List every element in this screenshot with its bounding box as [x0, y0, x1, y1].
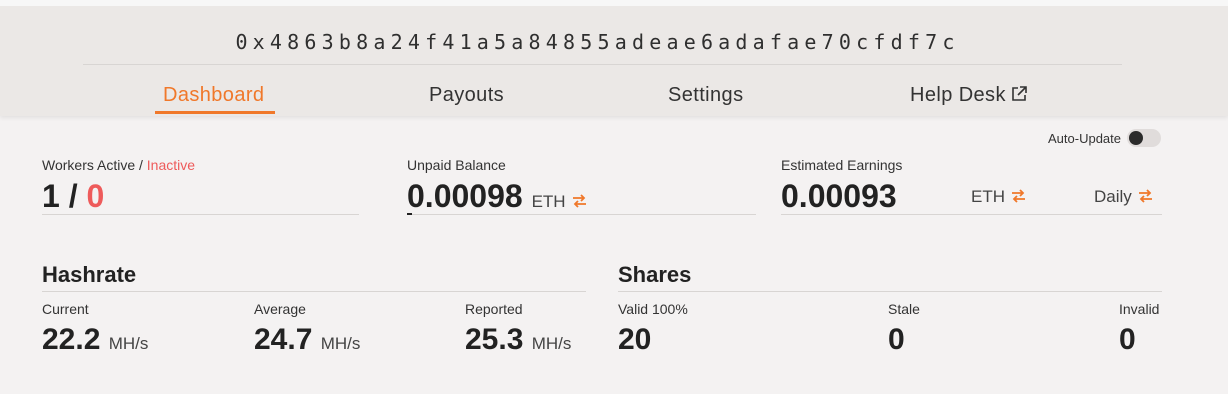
wallet-address: 0x4863b8a24f41a5a84855adeae6adafae70cfdf…: [235, 30, 960, 54]
payout-progress-bar: [407, 213, 412, 215]
hashrate-reported-label: Reported: [465, 301, 523, 317]
unpaid-balance-value: 0.00098 ETH: [407, 178, 587, 215]
tab-dashboard[interactable]: Dashboard: [163, 84, 264, 107]
workers-label: Workers Active / Inactive: [42, 157, 195, 173]
unpaid-balance-unit: ETH: [531, 192, 566, 211]
hashrate-average-number: 24.7: [254, 323, 313, 356]
unpaid-balance-amount: 0.00098: [407, 178, 523, 214]
workers-separator: /: [59, 178, 87, 214]
tab-payouts[interactable]: Payouts: [429, 84, 504, 107]
shares-divider: [618, 291, 1162, 292]
auto-update-label: Auto-Update: [1048, 131, 1121, 146]
hashrate-current-unit: MH/s: [108, 334, 149, 353]
earnings-period: Daily: [1094, 187, 1132, 206]
estimated-earnings-value: 0.00093: [781, 178, 897, 214]
hashrate-reported-unit: MH/s: [531, 334, 572, 353]
main-nav: Dashboard Payouts Settings Help Desk: [0, 84, 1228, 122]
active-tab-indicator: [155, 111, 275, 114]
unpaid-balance-label: Unpaid Balance: [407, 157, 506, 173]
workers-value: 1 / 0: [42, 178, 104, 215]
swap-period-icon: [1138, 189, 1152, 203]
shares-invalid-label: Invalid: [1119, 301, 1160, 317]
earnings-unit-switch[interactable]: ETH: [971, 187, 1026, 207]
toggle-knob: [1129, 131, 1143, 145]
tab-settings[interactable]: Settings: [668, 84, 743, 107]
shares-invalid-value: 0: [1119, 323, 1136, 356]
header: 0x4863b8a24f41a5a84855adeae6adafae70cfdf…: [0, 0, 1228, 116]
hashrate-reported-number: 25.3: [465, 323, 524, 356]
earnings-unit: ETH: [971, 187, 1005, 206]
auto-update-toggle[interactable]: [1127, 129, 1161, 147]
earnings-period-switch[interactable]: Daily: [1094, 187, 1153, 207]
hashrate-current-value: 22.2 MH/s: [42, 323, 148, 357]
swap-currency-icon: [1012, 189, 1025, 203]
hashrate-divider: [42, 291, 586, 292]
shares-title: Shares: [618, 262, 692, 287]
workers-inactive-count: 0: [86, 178, 105, 214]
hashrate-average-unit: MH/s: [320, 334, 361, 353]
shares-stale-value: 0: [888, 323, 905, 356]
workers-active-label: Workers Active: [42, 157, 136, 173]
hashrate-average-label: Average: [254, 301, 306, 317]
unpaid-balance-divider: [407, 214, 756, 215]
workers-divider: [42, 214, 359, 215]
hashrate-average-value: 24.7 MH/s: [254, 323, 360, 357]
hashrate-current-number: 22.2: [42, 323, 101, 356]
shares-stale-label: Stale: [888, 301, 920, 317]
hashrate-title: Hashrate: [42, 262, 137, 287]
workers-label-separator: /: [135, 157, 147, 173]
shares-valid-label: Valid 100%: [618, 301, 688, 317]
estimated-earnings-label: Estimated Earnings: [781, 157, 903, 173]
estimated-earnings-divider: [781, 214, 1162, 215]
help-desk-label: Help Desk: [910, 84, 1006, 106]
external-link-icon: [1012, 86, 1027, 101]
hashrate-current-label: Current: [42, 301, 89, 317]
hashrate-reported-value: 25.3 MH/s: [465, 323, 571, 357]
workers-active-count: 1: [42, 178, 60, 214]
swap-currency-icon[interactable]: [572, 194, 587, 208]
workers-inactive-label: Inactive: [146, 157, 196, 173]
tab-help-desk[interactable]: Help Desk: [910, 84, 1028, 107]
shares-valid-value: 20: [618, 323, 652, 356]
address-divider: [83, 64, 1122, 65]
